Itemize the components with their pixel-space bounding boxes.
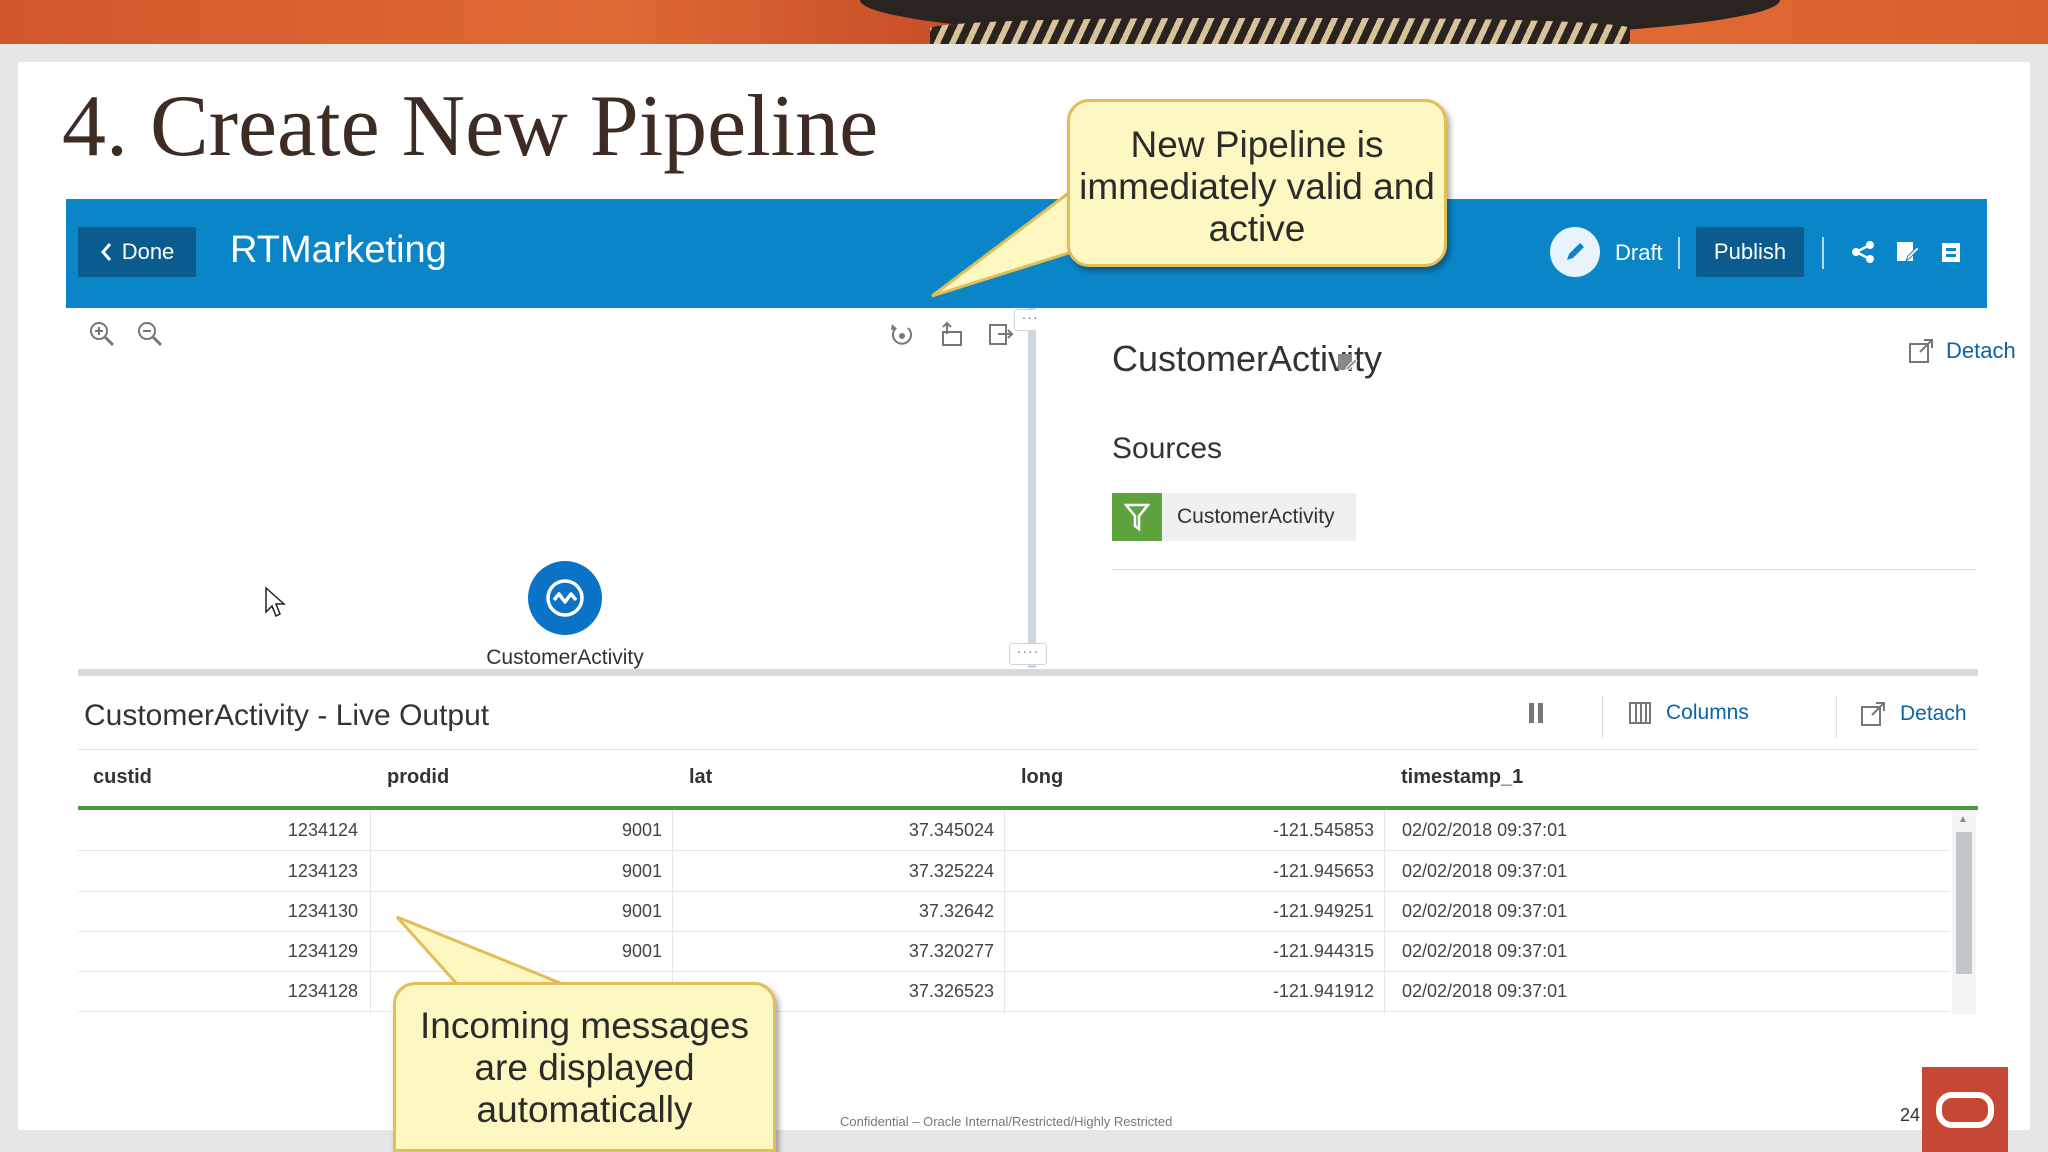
- cell-lat: 37.320277: [908, 941, 994, 961]
- reset-layout-icon[interactable]: [888, 320, 916, 348]
- cell-long: -121.941912: [1272, 981, 1374, 1001]
- edit-document-icon[interactable]: [1894, 239, 1920, 265]
- cell-timestamp: 02/02/2018 09:37:01: [1402, 861, 1568, 881]
- cell-lat: 37.325224: [908, 861, 994, 881]
- cell-lat: 37.32642: [918, 901, 994, 921]
- scroll-up-icon[interactable]: ▲: [1958, 814, 1968, 825]
- detach-icon: [1861, 702, 1885, 726]
- divider: [1822, 237, 1824, 269]
- vertical-splitter[interactable]: [1028, 308, 1036, 668]
- column-header-long[interactable]: long: [1021, 766, 1063, 789]
- publish-label: Publish: [1713, 239, 1787, 264]
- cell-lat: 37.345024: [908, 820, 994, 840]
- live-output-title: CustomerActivity - Live Output: [84, 699, 490, 732]
- add-stage-icon[interactable]: [938, 320, 966, 348]
- cell-timestamp: 02/02/2018 09:37:01: [1402, 941, 1568, 961]
- edit-pencil-icon[interactable]: [1550, 227, 1600, 277]
- export-icon[interactable]: [1938, 239, 1964, 265]
- table-scrollbar[interactable]: ▲: [1952, 810, 1976, 1014]
- zoom-in-icon[interactable]: [88, 320, 116, 348]
- cell-timestamp: 02/02/2018 09:37:01: [1402, 901, 1568, 921]
- divider: [1678, 237, 1680, 269]
- done-label: Done: [121, 239, 175, 264]
- stage-detail-pane: CustomerActivity Detach Sources Customer…: [1036, 308, 2016, 668]
- stream-node[interactable]: [528, 561, 602, 635]
- status-draft: Draft: [1615, 240, 1663, 265]
- zoom-out-icon[interactable]: [136, 320, 164, 348]
- callout-incoming-messages: Incoming messages are displayed automati…: [393, 982, 776, 1152]
- cell-custid: 1234130: [287, 901, 358, 921]
- columns-button[interactable]: Columns: [1628, 701, 1749, 725]
- cell-prodid: 9001: [621, 861, 662, 881]
- stream-wave-icon: [546, 579, 584, 617]
- pipeline-editor-window: Done RTMarketing Draft Publish CustomerA…: [66, 199, 2016, 1014]
- cell-long: -121.944315: [1272, 941, 1374, 961]
- source-item-label: CustomerActivity: [1177, 505, 1335, 528]
- share-icon[interactable]: [1850, 239, 1876, 265]
- cell-custid: 1234129: [287, 941, 358, 961]
- edit-stage-icon[interactable]: [1336, 352, 1358, 374]
- detail-detach-button[interactable]: Detach: [1908, 338, 2016, 364]
- table-row[interactable]: 1234124 9001 37.345024 -121.545853 02/02…: [78, 810, 1950, 851]
- divider: [1602, 696, 1603, 738]
- publish-button[interactable]: Publish: [1696, 227, 1804, 277]
- table-header: custid prodid lat long timestamp_1: [78, 750, 1978, 810]
- filter-icon: [1112, 493, 1162, 541]
- sources-heading: Sources: [1112, 432, 1223, 465]
- source-item[interactable]: CustomerActivity: [1112, 493, 1356, 541]
- cell-long: -121.545853: [1272, 820, 1374, 840]
- confidential-footer: Confidential – Oracle Internal/Restricte…: [840, 1114, 1173, 1129]
- cell-timestamp: 02/02/2018 09:37:01: [1402, 820, 1568, 840]
- mouse-cursor-icon: [265, 586, 286, 618]
- horizontal-splitter[interactable]: [78, 669, 1978, 676]
- divider: [1112, 569, 1976, 570]
- cell-custid: 1234128: [287, 981, 358, 1001]
- table-row[interactable]: 1234123 9001 37.325224 -121.945653 02/02…: [78, 851, 1950, 892]
- detail-detach-label: Detach: [1946, 338, 2016, 363]
- cell-custid: 1234124: [287, 820, 358, 840]
- live-output-table: custid prodid lat long timestamp_1 12341…: [78, 749, 1978, 1014]
- cell-long: -121.949251: [1272, 901, 1374, 921]
- table-row[interactable]: 1234128 9001 37.326523 -121.941912 02/02…: [78, 971, 1950, 1012]
- divider: [1836, 696, 1837, 738]
- stream-node-label: CustomerActivity: [486, 646, 644, 669]
- cell-timestamp: 02/02/2018 09:37:01: [1402, 981, 1568, 1001]
- column-header-prodid[interactable]: prodid: [387, 766, 449, 789]
- done-button[interactable]: Done: [78, 227, 196, 277]
- cell-custid: 1234123: [287, 861, 358, 881]
- oracle-logo: [1922, 1067, 2008, 1152]
- table-row[interactable]: 1234129 9001 37.320277 -121.944315 02/02…: [78, 931, 1950, 972]
- slide-title: 4. Create New Pipeline: [62, 78, 879, 175]
- callout-pointer: [931, 190, 1080, 298]
- live-output-detach-button[interactable]: Detach: [1860, 701, 1967, 727]
- page-number: 24: [1900, 1105, 1921, 1125]
- decorative-banner: [0, 0, 2048, 44]
- splitter-handle-bottom[interactable]: ····: [1009, 643, 1047, 665]
- chevron-left-icon: [100, 243, 111, 261]
- column-header-lat[interactable]: lat: [689, 766, 712, 789]
- pipeline-name: RTMarketing: [230, 229, 447, 271]
- add-target-icon[interactable]: [986, 320, 1014, 348]
- detach-icon: [1909, 339, 1933, 363]
- pause-icon[interactable]: [1526, 699, 1546, 727]
- pipeline-canvas: CustomerActivity: [78, 308, 1028, 669]
- table-row[interactable]: 1234130 9001 37.32642 -121.949251 02/02/…: [78, 891, 1950, 932]
- scrollbar-thumb[interactable]: [1956, 832, 1972, 974]
- column-header-timestamp[interactable]: timestamp_1: [1401, 766, 1523, 789]
- columns-label: Columns: [1666, 701, 1749, 724]
- cell-prodid: 9001: [621, 820, 662, 840]
- column-header-custid[interactable]: custid: [93, 766, 152, 789]
- cell-long: -121.945653: [1272, 861, 1374, 881]
- columns-icon: [1629, 702, 1651, 724]
- live-output-detach-label: Detach: [1900, 702, 1967, 725]
- callout-new-pipeline: New Pipeline is immediately valid and ac…: [1067, 99, 1447, 267]
